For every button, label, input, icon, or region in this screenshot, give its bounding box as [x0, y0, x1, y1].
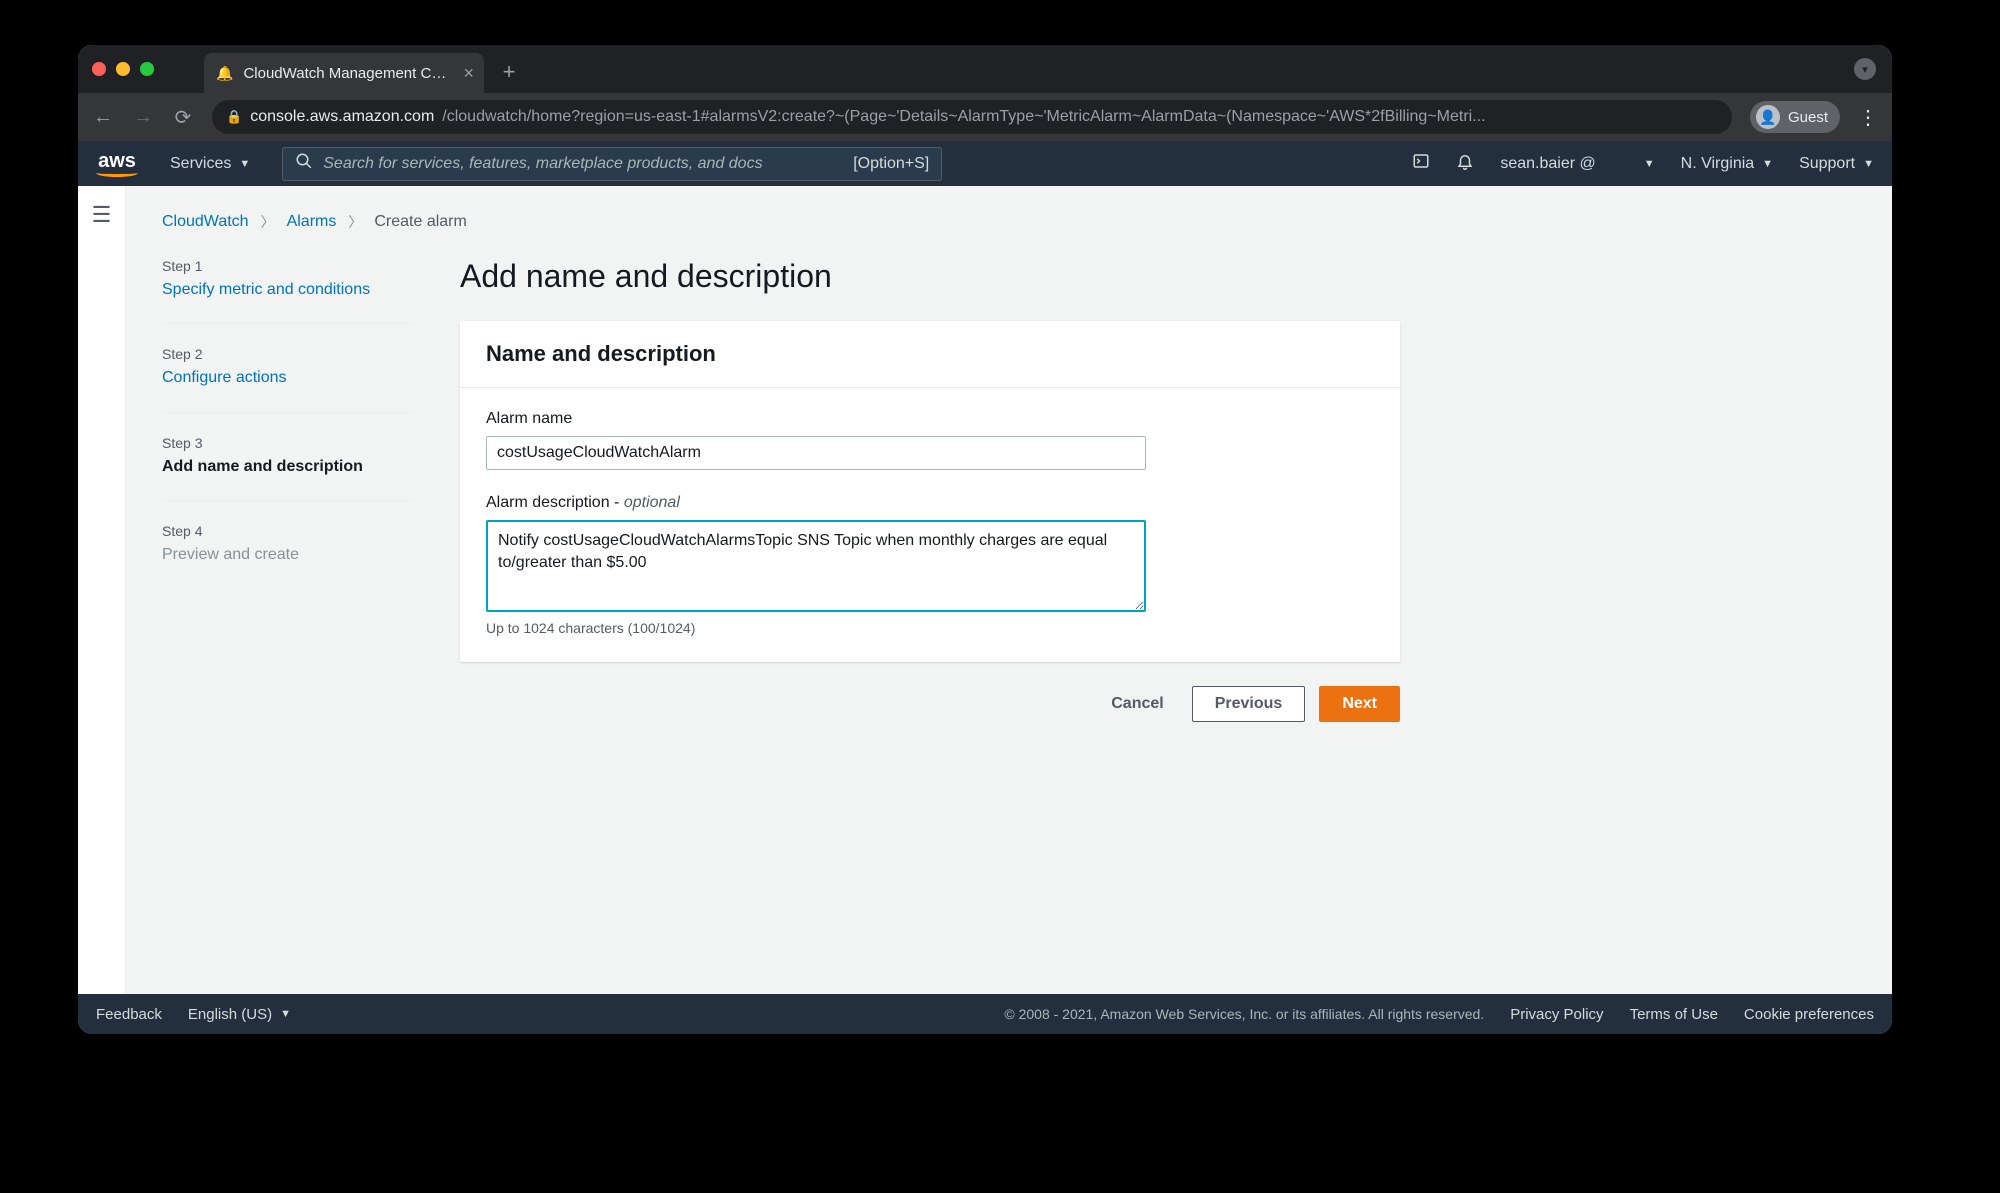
chevron-right-icon: 〉 [261, 212, 275, 232]
alarm-name-input[interactable] [486, 436, 1146, 470]
region-menu[interactable]: N. Virginia ▼ [1681, 155, 1773, 173]
feedback-link[interactable]: Feedback [96, 1006, 162, 1023]
wizard-step-2: Step 2 Configure actions [162, 323, 412, 411]
profile-avatar-icon: 👤 [1756, 105, 1780, 129]
browser-tab[interactable]: 🔔 CloudWatch Management Cons × [204, 53, 484, 93]
description-helper-text: Up to 1024 characters (100/1024) [486, 620, 1374, 636]
search-shortcut: [Option+S] [853, 155, 929, 173]
tab-bar-overflow[interactable]: ▾ [1854, 58, 1876, 80]
caret-down-icon: ▼ [1762, 158, 1773, 170]
url-host: console.aws.amazon.com [250, 108, 434, 126]
sidebar-rail: ☰ [78, 186, 126, 994]
step-current-add-name: Add name and description [162, 456, 363, 478]
caret-down-icon: ▼ [280, 1008, 291, 1020]
caret-down-icon: ▼ [1863, 158, 1874, 170]
chevron-down-icon: ▾ [1854, 58, 1876, 80]
wizard-step-1: Step 1 Specify metric and conditions [162, 258, 412, 323]
alarm-description-field: Alarm description - optional Up to 1024 … [486, 494, 1374, 636]
aws-header: aws Services ▼ Search for services, feat… [78, 141, 1892, 186]
wizard-main: Add name and description Name and descri… [460, 258, 1400, 722]
card-body: Alarm name Alarm description - optional … [460, 388, 1400, 662]
address-bar[interactable]: 🔒 console.aws.amazon.com /cloudwatch/hom… [212, 100, 1732, 134]
back-button[interactable]: ← [92, 106, 114, 129]
alarm-name-field: Alarm name [486, 410, 1374, 470]
mac-window-controls [92, 62, 154, 76]
mac-close-button[interactable] [92, 62, 106, 76]
region-label: N. Virginia [1681, 155, 1755, 173]
step-number-label: Step 4 [162, 523, 412, 539]
search-icon [295, 152, 313, 175]
breadcrumb-item-create-alarm: Create alarm [374, 213, 466, 231]
wizard-step-3: Step 3 Add name and description [162, 412, 412, 500]
cookies-link[interactable]: Cookie preferences [1744, 1006, 1874, 1023]
browser-toolbar: ← → ⟳ 🔒 console.aws.amazon.com /cloudwat… [78, 93, 1892, 141]
url-path: /cloudwatch/home?region=us-east-1#alarms… [442, 108, 1485, 126]
forward-button[interactable]: → [132, 106, 154, 129]
card-title: Name and description [486, 341, 1374, 367]
services-menu[interactable]: Services ▼ [170, 155, 250, 173]
reload-button[interactable]: ⟳ [172, 105, 194, 130]
wizard-step-4: Step 4 Preview and create [162, 500, 412, 588]
caret-down-icon: ▼ [1644, 158, 1655, 170]
step-number-label: Step 3 [162, 435, 412, 451]
new-tab-button[interactable]: + [494, 59, 524, 85]
wizard-steps: Step 1 Specify metric and conditions Ste… [162, 258, 412, 722]
language-label: English (US) [188, 1006, 272, 1023]
step-link-specify-metric[interactable]: Specify metric and conditions [162, 279, 370, 301]
browser-menu-icon[interactable]: ⋮ [1858, 105, 1878, 130]
cloudwatch-favicon-icon: 🔔 [216, 65, 233, 82]
cloudshell-icon[interactable] [1412, 152, 1430, 175]
footer-right: © 2008 - 2021, Amazon Web Services, Inc.… [1004, 1006, 1874, 1023]
step-disabled-preview: Preview and create [162, 544, 299, 566]
profile-chip[interactable]: 👤 Guest [1750, 101, 1840, 133]
breadcrumb-item-cloudwatch[interactable]: CloudWatch [162, 213, 249, 231]
card-header: Name and description [460, 321, 1400, 388]
alarm-description-label: Alarm description - optional [486, 494, 1374, 512]
app-body: ☰ CloudWatch 〉 Alarms 〉 Create alarm Ste… [78, 186, 1892, 994]
mac-fullscreen-button[interactable] [140, 62, 154, 76]
account-menu[interactable]: sean.baier @ ▼ [1500, 155, 1654, 173]
notifications-icon[interactable] [1456, 152, 1474, 175]
wizard-layout: Step 1 Specify metric and conditions Ste… [162, 258, 1868, 722]
content-area: CloudWatch 〉 Alarms 〉 Create alarm Step … [126, 186, 1892, 994]
hamburger-icon[interactable]: ☰ [92, 202, 112, 228]
search-placeholder: Search for services, features, marketpla… [323, 155, 843, 173]
privacy-link[interactable]: Privacy Policy [1510, 1006, 1603, 1023]
step-link-configure-actions[interactable]: Configure actions [162, 367, 287, 389]
alarm-name-label: Alarm name [486, 410, 1374, 428]
breadcrumb-item-alarms[interactable]: Alarms [287, 213, 337, 231]
browser-window: 🔔 CloudWatch Management Cons × + ▾ ← → ⟳… [78, 45, 1892, 1034]
caret-down-icon: ▼ [239, 158, 250, 170]
lock-icon: 🔒 [226, 109, 242, 125]
mac-minimize-button[interactable] [116, 62, 130, 76]
cancel-button[interactable]: Cancel [1097, 687, 1177, 721]
previous-button[interactable]: Previous [1192, 686, 1306, 722]
browser-tab-bar: 🔔 CloudWatch Management Cons × + ▾ [78, 45, 1892, 93]
support-label: Support [1799, 155, 1855, 173]
next-button[interactable]: Next [1319, 686, 1400, 722]
language-selector[interactable]: English (US) ▼ [188, 1006, 291, 1023]
browser-tab-title: CloudWatch Management Cons [243, 65, 453, 82]
breadcrumb: CloudWatch 〉 Alarms 〉 Create alarm [162, 212, 1868, 232]
close-tab-icon[interactable]: × [463, 63, 474, 84]
alarm-description-textarea[interactable] [486, 520, 1146, 612]
services-label: Services [170, 155, 231, 173]
profile-label: Guest [1788, 109, 1828, 126]
aws-footer: Feedback English (US) ▼ © 2008 - 2021, A… [78, 994, 1892, 1034]
step-number-label: Step 1 [162, 258, 412, 274]
name-description-card: Name and description Alarm name Alarm de… [460, 321, 1400, 662]
support-menu[interactable]: Support ▼ [1799, 155, 1874, 173]
aws-header-right: sean.baier @ ▼ N. Virginia ▼ Support ▼ [1412, 152, 1874, 175]
chevron-right-icon: 〉 [348, 212, 362, 232]
page-title: Add name and description [460, 258, 1400, 295]
wizard-buttons: Cancel Previous Next [460, 686, 1400, 722]
aws-logo[interactable]: aws [96, 151, 138, 177]
copyright-text: © 2008 - 2021, Amazon Web Services, Inc.… [1004, 1006, 1484, 1022]
step-number-label: Step 2 [162, 346, 412, 362]
terms-link[interactable]: Terms of Use [1630, 1006, 1718, 1023]
aws-search-box[interactable]: Search for services, features, marketpla… [282, 147, 942, 181]
user-label: sean.baier @ [1500, 155, 1595, 173]
